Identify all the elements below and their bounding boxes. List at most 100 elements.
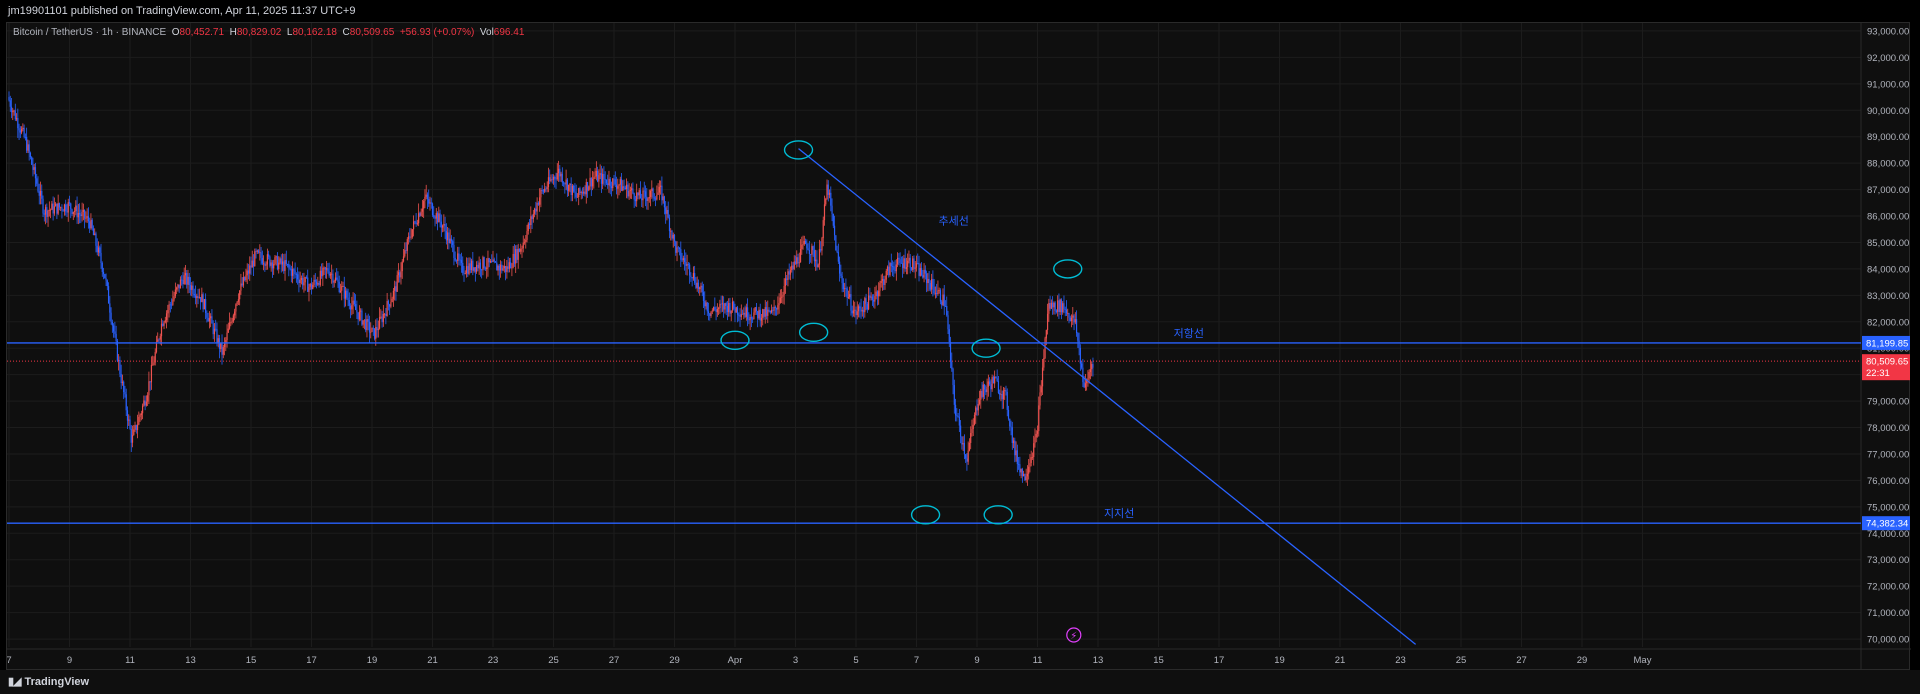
- candle-body: [418, 213, 420, 224]
- candle-body: [23, 127, 25, 137]
- candle-body: [323, 267, 325, 269]
- candle-body: [610, 186, 613, 189]
- candle-body: [566, 179, 568, 191]
- candle-body: [1057, 300, 1059, 312]
- candle-body: [453, 244, 455, 258]
- candle-body: [124, 391, 126, 395]
- candle-body: [676, 247, 678, 253]
- candle-body: [1014, 440, 1016, 456]
- tradingview-logo-icon: ▮◢: [8, 676, 21, 688]
- candle-body: [589, 177, 591, 187]
- candle-body: [581, 192, 584, 194]
- candle-body: [552, 176, 555, 180]
- candle-body: [781, 296, 783, 298]
- candle-body: [499, 264, 502, 271]
- candle-body: [1040, 386, 1042, 393]
- candle-body: [851, 310, 853, 314]
- candle-body: [414, 221, 416, 223]
- candle-body: [483, 257, 485, 269]
- trend-line[interactable]: [798, 148, 1417, 645]
- candle-body: [201, 294, 203, 303]
- x-tick-label: 21: [427, 655, 438, 666]
- candle-body: [689, 264, 691, 276]
- candle-body: [55, 203, 57, 207]
- candle-body: [769, 310, 771, 313]
- candle-body: [920, 268, 923, 276]
- candle-body: [839, 261, 841, 274]
- candle-body: [642, 190, 644, 201]
- candle-body: [1016, 450, 1018, 465]
- candle-body: [559, 168, 561, 177]
- candle-body: [197, 296, 199, 298]
- candle-body: [720, 303, 722, 305]
- candle-body: [37, 183, 39, 192]
- candle-body: [433, 215, 435, 218]
- candle-body: [1088, 372, 1090, 379]
- candle-body: [513, 254, 516, 264]
- candle-body: [933, 286, 935, 294]
- candle-body: [203, 299, 205, 310]
- candle-body: [544, 188, 546, 192]
- candle-body: [387, 301, 389, 305]
- candle-body: [651, 188, 653, 192]
- candle-body: [78, 213, 81, 215]
- candle-body: [521, 248, 523, 250]
- candle-body: [289, 267, 291, 269]
- candle-body: [837, 252, 839, 262]
- candle-body: [240, 283, 242, 291]
- candle-body: [1081, 363, 1083, 368]
- candle-body: [96, 245, 98, 253]
- candle-body: [808, 250, 810, 255]
- candle-body: [536, 202, 538, 212]
- chart-pane[interactable]: 70,000.00 71,000.00 72,000.00 73,000.00 74,0…: [6, 22, 1911, 671]
- candle-body: [953, 385, 955, 405]
- candle-body: [143, 400, 145, 406]
- candle-body: [177, 284, 179, 288]
- candle-body: [145, 401, 147, 406]
- candle-body: [668, 217, 671, 232]
- candle-body: [309, 283, 311, 287]
- candle-body: [159, 336, 161, 340]
- candle-body: [133, 429, 135, 435]
- candle-body: [468, 263, 470, 274]
- candle-body: [1006, 391, 1008, 410]
- candle-body: [205, 299, 207, 313]
- tradingview-logo[interactable]: ▮◢ TradingView: [8, 675, 89, 689]
- candle-body: [586, 182, 589, 191]
- candle-body: [66, 211, 68, 213]
- candle-body: [1092, 364, 1094, 368]
- candle-body: [28, 144, 30, 153]
- candle-body: [854, 309, 856, 311]
- candle-body: [488, 258, 490, 263]
- candle-body: [271, 262, 274, 269]
- candle-body: [646, 196, 648, 201]
- candle-body: [701, 285, 703, 293]
- candle-body: [313, 279, 315, 286]
- candle-body: [470, 260, 473, 271]
- candle-body: [10, 106, 13, 113]
- x-tick-label: 29: [669, 655, 680, 666]
- candle-body: [833, 225, 836, 236]
- candle-body: [1082, 367, 1084, 383]
- candle-body: [735, 307, 737, 313]
- candle-body: [186, 273, 188, 285]
- candle-body: [813, 250, 816, 262]
- candle-body: [568, 184, 570, 191]
- candle-body: [1007, 409, 1010, 419]
- candle-body: [507, 266, 509, 269]
- candle-body: [545, 188, 547, 190]
- candle-body: [263, 263, 265, 265]
- candle-body: [626, 184, 628, 190]
- chart-svg[interactable]: 70,000.00 71,000.00 72,000.00 73,000.00 74,0…: [7, 23, 1911, 671]
- candle-body: [320, 270, 323, 277]
- candle-body: [981, 390, 983, 397]
- candle-body: [752, 318, 754, 320]
- x-tick-label: 15: [1153, 655, 1164, 666]
- candle-body: [989, 381, 991, 385]
- candle-body: [1026, 473, 1029, 477]
- candle-body: [367, 319, 369, 322]
- candle-body: [797, 257, 799, 264]
- candle-body: [420, 211, 422, 216]
- candle-body: [283, 261, 285, 271]
- candle-body: [140, 413, 142, 416]
